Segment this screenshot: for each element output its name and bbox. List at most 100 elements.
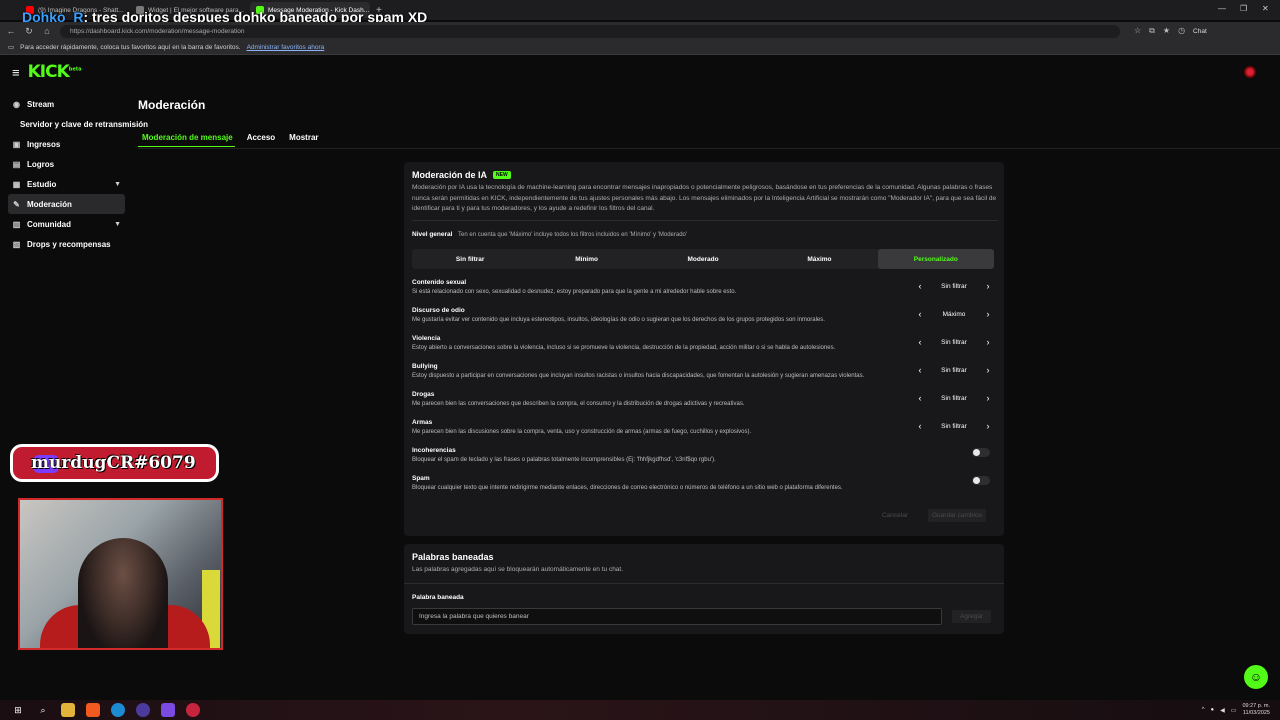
category-description: Me parecen bien las discusiones sobre la… [412, 429, 752, 435]
toggle-row: Spam Bloquear cualquier texto que intent… [412, 475, 998, 501]
edge-browser-icon[interactable] [111, 703, 125, 717]
sidebar-item-ingresos[interactable]: ▣ Ingresos [8, 134, 125, 154]
user-avatar[interactable] [1244, 66, 1256, 78]
sidebar-item-label: Drops y recompensas [27, 239, 111, 249]
brave-browser-icon[interactable] [86, 703, 100, 717]
chevron-right-icon[interactable]: › [982, 365, 994, 375]
level-option-sin-filtrar[interactable]: Sin filtrar [412, 249, 528, 269]
chevron-left-icon[interactable]: ‹ [914, 281, 926, 291]
level-stepper: ‹ Sin filtrar › [914, 365, 994, 375]
history-icon[interactable]: ◷ [1178, 26, 1185, 36]
gibberish-toggle[interactable] [972, 448, 990, 457]
sidebar-item-label: Servidor y clave de retransmisión [20, 119, 149, 129]
search-icon[interactable]: ⌕ [36, 703, 50, 717]
chevron-right-icon[interactable]: › [982, 281, 994, 291]
stepper-value: Máximo [942, 310, 966, 318]
microphone-icon[interactable]: ● [1211, 707, 1215, 713]
favorites-icon[interactable]: ★ [1163, 26, 1170, 36]
toggle-description: Bloquear cualquier texto que intente red… [412, 485, 843, 491]
toggle-name: Incoherencias [412, 447, 456, 454]
settings-app-icon[interactable] [186, 703, 200, 717]
chat-button[interactable]: Chat [1193, 28, 1207, 35]
clock-date: 11/03/2025 [1242, 710, 1270, 716]
sidebar: ◉ Stream Servidor y clave de retransmisi… [8, 94, 148, 254]
file-explorer-icon[interactable] [61, 703, 75, 717]
chevron-left-icon[interactable]: ‹ [914, 337, 926, 347]
home-icon[interactable]: ⌂ [40, 26, 54, 36]
category-name: Drogas [412, 391, 435, 398]
category-name: Discurso de odio [412, 307, 465, 314]
add-button[interactable]: Agregar [952, 610, 992, 623]
tab-access[interactable]: Acceso [243, 131, 277, 147]
level-stepper: ‹ Sin filtrar › [914, 337, 994, 347]
level-option-personalizado[interactable]: Personalizado [877, 249, 995, 269]
tab-message-moderation[interactable]: Moderación de mensaje [138, 131, 235, 147]
close-window-button[interactable]: ✕ [1262, 4, 1269, 13]
grid-app-icon[interactable] [161, 703, 175, 717]
level-stepper: ‹ Sin filtrar › [914, 281, 994, 291]
back-icon[interactable]: ← [4, 26, 18, 36]
spam-toggle[interactable] [972, 476, 990, 485]
chevron-right-icon[interactable]: › [982, 309, 994, 319]
toggle-row: Incoherencias Bloquear el spam de teclad… [412, 447, 998, 473]
obs-icon[interactable] [136, 703, 150, 717]
ai-moderation-panel: Moderación de IA NEW Moderación por IA u… [404, 162, 1004, 536]
maximize-button[interactable]: ❐ [1240, 4, 1247, 13]
sidebar-item-estudio[interactable]: ▦ Estudio ▼ [8, 174, 125, 194]
clock[interactable]: 09:27 p. m. 11/03/2025 [1242, 703, 1270, 717]
page-title: Moderación [138, 98, 206, 112]
level-option-minimo[interactable]: Mínimo [528, 249, 644, 269]
extensions-icon[interactable]: ⧉ [1149, 26, 1155, 36]
cancel-button[interactable]: Cancelar [882, 512, 908, 519]
url-field[interactable]: https://dashboard.kick.com/moderation/me… [60, 24, 1120, 38]
filter-level-segmented-control: Sin filtrar Mínimo Moderado Máximo Perso… [412, 249, 995, 269]
chevron-left-icon[interactable]: ‹ [914, 309, 926, 319]
tab-display[interactable]: Mostrar [285, 131, 320, 147]
chevron-right-icon[interactable]: › [982, 337, 994, 347]
address-bar: ← ↻ ⌂ https://dashboard.kick.com/moderat… [0, 22, 1280, 40]
discord-tag-banner: murdugCR#6079 [13, 447, 216, 479]
chevron-right-icon[interactable]: › [982, 393, 994, 403]
sidebar-item-drops[interactable]: ▧ Drops y recompensas [8, 234, 125, 254]
stepper-value: Sin filtrar [941, 366, 967, 374]
level-option-maximo[interactable]: Máximo [761, 249, 877, 269]
save-changes-button[interactable]: Guardar cambios [928, 509, 986, 522]
community-icon: ▥ [12, 219, 21, 229]
sidebar-item-label: Comunidad [27, 219, 71, 229]
chevron-left-icon[interactable]: ‹ [914, 365, 926, 375]
chevron-left-icon[interactable]: ‹ [914, 421, 926, 431]
volume-icon[interactable]: ◀ [1220, 707, 1225, 714]
stepper-value: Sin filtrar [941, 422, 967, 430]
kick-logo[interactable]: KICKbeta [28, 62, 82, 82]
toggle-knob [973, 449, 980, 456]
banned-word-input[interactable] [412, 608, 942, 625]
sidebar-item-label: Stream [27, 99, 55, 109]
toggle-description: Bloquear el spam de teclado y las frases… [412, 457, 716, 463]
hamburger-menu-icon[interactable]: ≡ [12, 65, 20, 80]
sidebar-item-server-key[interactable]: Servidor y clave de retransmisión [8, 114, 148, 134]
category-name: Bullying [412, 363, 438, 370]
reload-icon[interactable]: ↻ [22, 26, 36, 37]
chevron-up-icon[interactable]: ^ [1202, 707, 1205, 713]
wrench-icon: ✎ [13, 199, 20, 209]
level-option-moderado[interactable]: Moderado [645, 249, 761, 269]
sidebar-item-comunidad[interactable]: ▥ Comunidad ▼ [8, 214, 125, 234]
chevron-right-icon[interactable]: › [982, 421, 994, 431]
minimize-button[interactable]: — [1218, 4, 1226, 13]
manage-favorites-link[interactable]: Administrar favoritos ahora [247, 44, 325, 51]
windows-start-icon[interactable]: ⊞ [11, 703, 25, 717]
battery-icon[interactable]: ▭ [1231, 707, 1237, 714]
tabs-divider [138, 148, 1280, 149]
ai-moderation-title: Moderación de IA NEW [412, 170, 511, 180]
category-description: Me parecen bien las conversaciones que d… [412, 401, 745, 407]
support-chat-icon[interactable]: ☺ [1244, 665, 1268, 689]
bookmarks-bar: ▭ Para acceder rápidamente, coloca tus f… [0, 40, 1280, 55]
chevron-down-icon: ▼ [114, 220, 121, 228]
beta-label: beta [68, 66, 82, 73]
sidebar-item-moderacion[interactable]: ✎ Moderación [8, 194, 125, 214]
star-icon[interactable]: ☆ [1134, 26, 1141, 36]
sidebar-item-stream[interactable]: ◉ Stream [8, 94, 125, 114]
sidebar-item-logros[interactable]: ▤ Logros [8, 154, 125, 174]
chevron-left-icon[interactable]: ‹ [914, 393, 926, 403]
taskbar: ⊞ ⌕ ^ ● ◀ ▭ 09:27 p. m. 11/03/2025 [0, 700, 1280, 720]
